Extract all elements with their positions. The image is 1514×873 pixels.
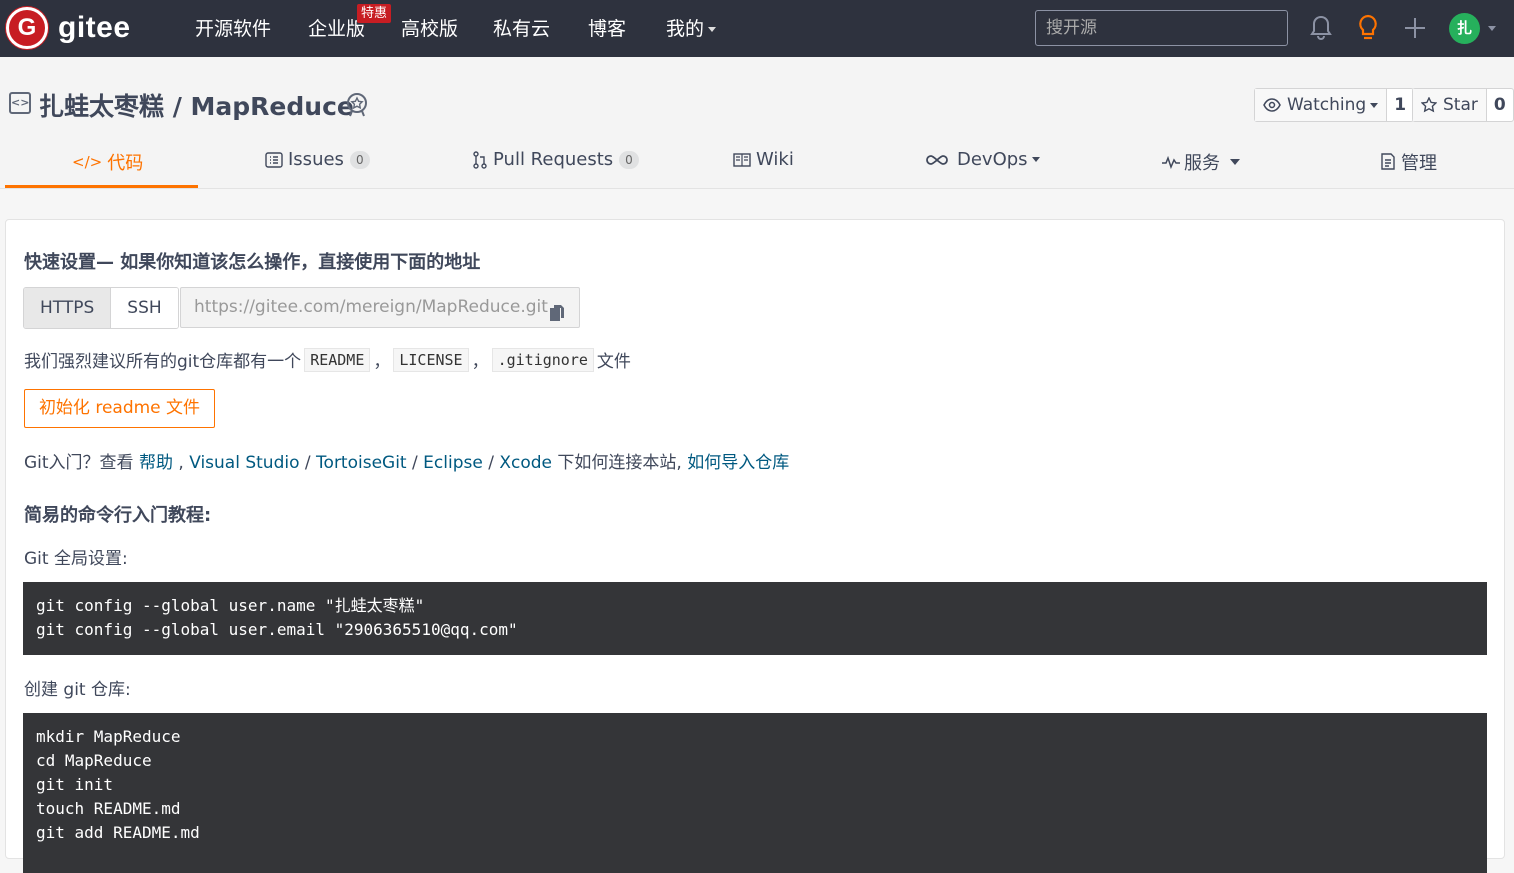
tab-wiki-label: Wiki — [756, 149, 794, 170]
protocol-switch: HTTPS SSH — [23, 287, 179, 329]
pulse-icon — [1162, 155, 1180, 169]
visual-studio-link[interactable]: Visual Studio — [189, 453, 299, 473]
star-button[interactable]: Star — [1413, 89, 1487, 121]
tab-services[interactable]: 服务 — [1162, 149, 1240, 175]
manage-icon — [1381, 153, 1395, 170]
chevron-down-icon — [708, 27, 717, 32]
avatar-chevron-down-icon[interactable] — [1488, 26, 1496, 31]
book-icon — [733, 152, 751, 167]
separator: / — [482, 453, 500, 473]
top-navbar: G gitee 开源软件 企业版 特惠 高校版 私有云 博客 我的 搜开源 扎 — [0, 0, 1514, 57]
global-config-code: git config --global user.name "扎蛙太枣糕" gi… — [23, 582, 1487, 655]
tab-devops[interactable]: DevOps — [925, 149, 1040, 170]
nav-open-source[interactable]: 开源软件 — [195, 16, 271, 42]
global-config-label: Git 全局设置: — [24, 549, 128, 569]
star-button-group: Star 0 — [1412, 88, 1514, 122]
avatar[interactable]: 扎 — [1449, 13, 1480, 44]
clone-url-text: https://gitee.com/mereign/MapReduce.git — [194, 297, 548, 317]
chevron-down-icon — [1370, 102, 1379, 108]
quick-setup-card: 快速设置— 如果你知道该怎么操作，直接使用下面的地址 HTTPS SSH htt… — [5, 219, 1505, 873]
issues-count: 0 — [349, 150, 370, 169]
tab-pull-requests[interactable]: Pull Requests 0 — [472, 149, 639, 170]
intro-prefix: Git入门？查看 — [24, 453, 139, 473]
bell-icon[interactable] — [1309, 14, 1333, 46]
recommend-badge-icon[interactable] — [344, 91, 370, 121]
nav-private-cloud[interactable]: 私有云 — [493, 16, 550, 42]
code-icon: </> — [72, 153, 103, 171]
eclipse-link[interactable]: Eclipse — [423, 453, 483, 473]
quick-setup-title: 快速设置— 如果你知道该怎么操作，直接使用下面的地址 — [24, 252, 481, 273]
pr-count: 0 — [619, 150, 639, 169]
recommend-suffix: 文件 — [596, 352, 631, 372]
copy-icon[interactable] — [549, 298, 565, 337]
watch-button-group: Watching 1 — [1254, 88, 1415, 122]
nav-mine-label: 我的 — [666, 18, 705, 40]
nav-mine[interactable]: 我的 — [666, 16, 717, 42]
issues-icon — [265, 151, 283, 168]
create-repo-label: 创建 git 仓库: — [24, 680, 131, 700]
separator: / — [406, 453, 424, 473]
intro-mid: 下如何连接本站, — [552, 453, 688, 473]
separator: ， — [373, 352, 391, 372]
tab-pull-requests-label: Pull Requests — [493, 149, 614, 170]
recommend-files-text: 我们强烈建议所有的git仓库都有一个 README， LICENSE， .git… — [24, 347, 631, 372]
gitee-logo-icon: G — [6, 7, 48, 49]
chevron-down-icon — [1230, 159, 1240, 165]
nav-blog[interactable]: 博客 — [588, 16, 626, 42]
recommend-prefix: 我们强烈建议所有的git仓库都有一个 — [24, 352, 302, 372]
active-tab-indicator — [5, 185, 198, 188]
star-label: Star — [1443, 95, 1478, 115]
xcode-link[interactable]: Xcode — [499, 453, 552, 473]
import-repo-link[interactable]: 如何导入仓库 — [687, 453, 789, 473]
create-repo-code: mkdir MapReduce cd MapReduce git init to… — [23, 713, 1487, 873]
repo-header: <> 扎蛙太枣糕 / MapReduce Watching 1 Star 0 <… — [0, 57, 1514, 189]
init-readme-button[interactable]: 初始化 readme 文件 — [24, 389, 215, 428]
gitee-logo[interactable]: G gitee — [6, 6, 131, 50]
ssh-button[interactable]: SSH — [111, 288, 178, 328]
tab-wiki[interactable]: Wiki — [733, 149, 794, 170]
repo-title[interactable]: 扎蛙太枣糕 / MapReduce — [39, 87, 354, 123]
star-icon — [1421, 97, 1437, 113]
tab-manage-label: 管理 — [1401, 153, 1437, 174]
tab-issues[interactable]: Issues 0 — [265, 149, 370, 170]
gitignore-code: .gitignore — [491, 347, 594, 372]
star-count[interactable]: 0 — [1487, 89, 1513, 121]
tab-manage[interactable]: 管理 — [1380, 149, 1437, 175]
separator: , — [172, 453, 190, 473]
tab-services-label: 服务 — [1184, 153, 1220, 174]
git-intro-text: Git入门？查看 帮助 , Visual Studio / TortoiseGi… — [24, 448, 789, 473]
chevron-down-icon — [1031, 157, 1040, 162]
infinity-icon — [926, 154, 948, 165]
tab-issues-label: Issues — [288, 149, 344, 170]
nav-education[interactable]: 高校版 — [401, 16, 458, 42]
tutorial-title: 简易的命令行入门教程: — [24, 505, 212, 526]
watch-button[interactable]: Watching — [1255, 89, 1388, 121]
separator: / — [299, 453, 317, 473]
search-input[interactable]: 搜开源 — [1035, 10, 1288, 46]
logo-text: gitee — [58, 11, 131, 44]
help-link[interactable]: 帮助 — [139, 453, 173, 473]
license-code: LICENSE — [393, 347, 469, 372]
watch-label: Watching — [1287, 95, 1367, 115]
clone-url-field[interactable]: https://gitee.com/mereign/MapReduce.git — [180, 287, 580, 328]
tab-code[interactable]: </> 代码 — [72, 149, 143, 175]
watch-count[interactable]: 1 — [1387, 89, 1413, 121]
promo-badge: 特惠 — [357, 4, 392, 23]
tab-devops-label: DevOps — [957, 149, 1028, 170]
lightbulb-icon[interactable] — [1356, 14, 1380, 46]
plus-icon[interactable] — [1403, 14, 1427, 46]
separator: ， — [471, 352, 489, 372]
eye-icon — [1263, 98, 1281, 112]
repo-code-icon: <> — [9, 92, 31, 114]
https-button[interactable]: HTTPS — [24, 288, 112, 328]
tab-code-label: 代码 — [107, 153, 144, 174]
pull-request-icon — [473, 150, 487, 169]
readme-code: README — [304, 347, 371, 372]
tortoisegit-link[interactable]: TortoiseGit — [316, 453, 407, 473]
